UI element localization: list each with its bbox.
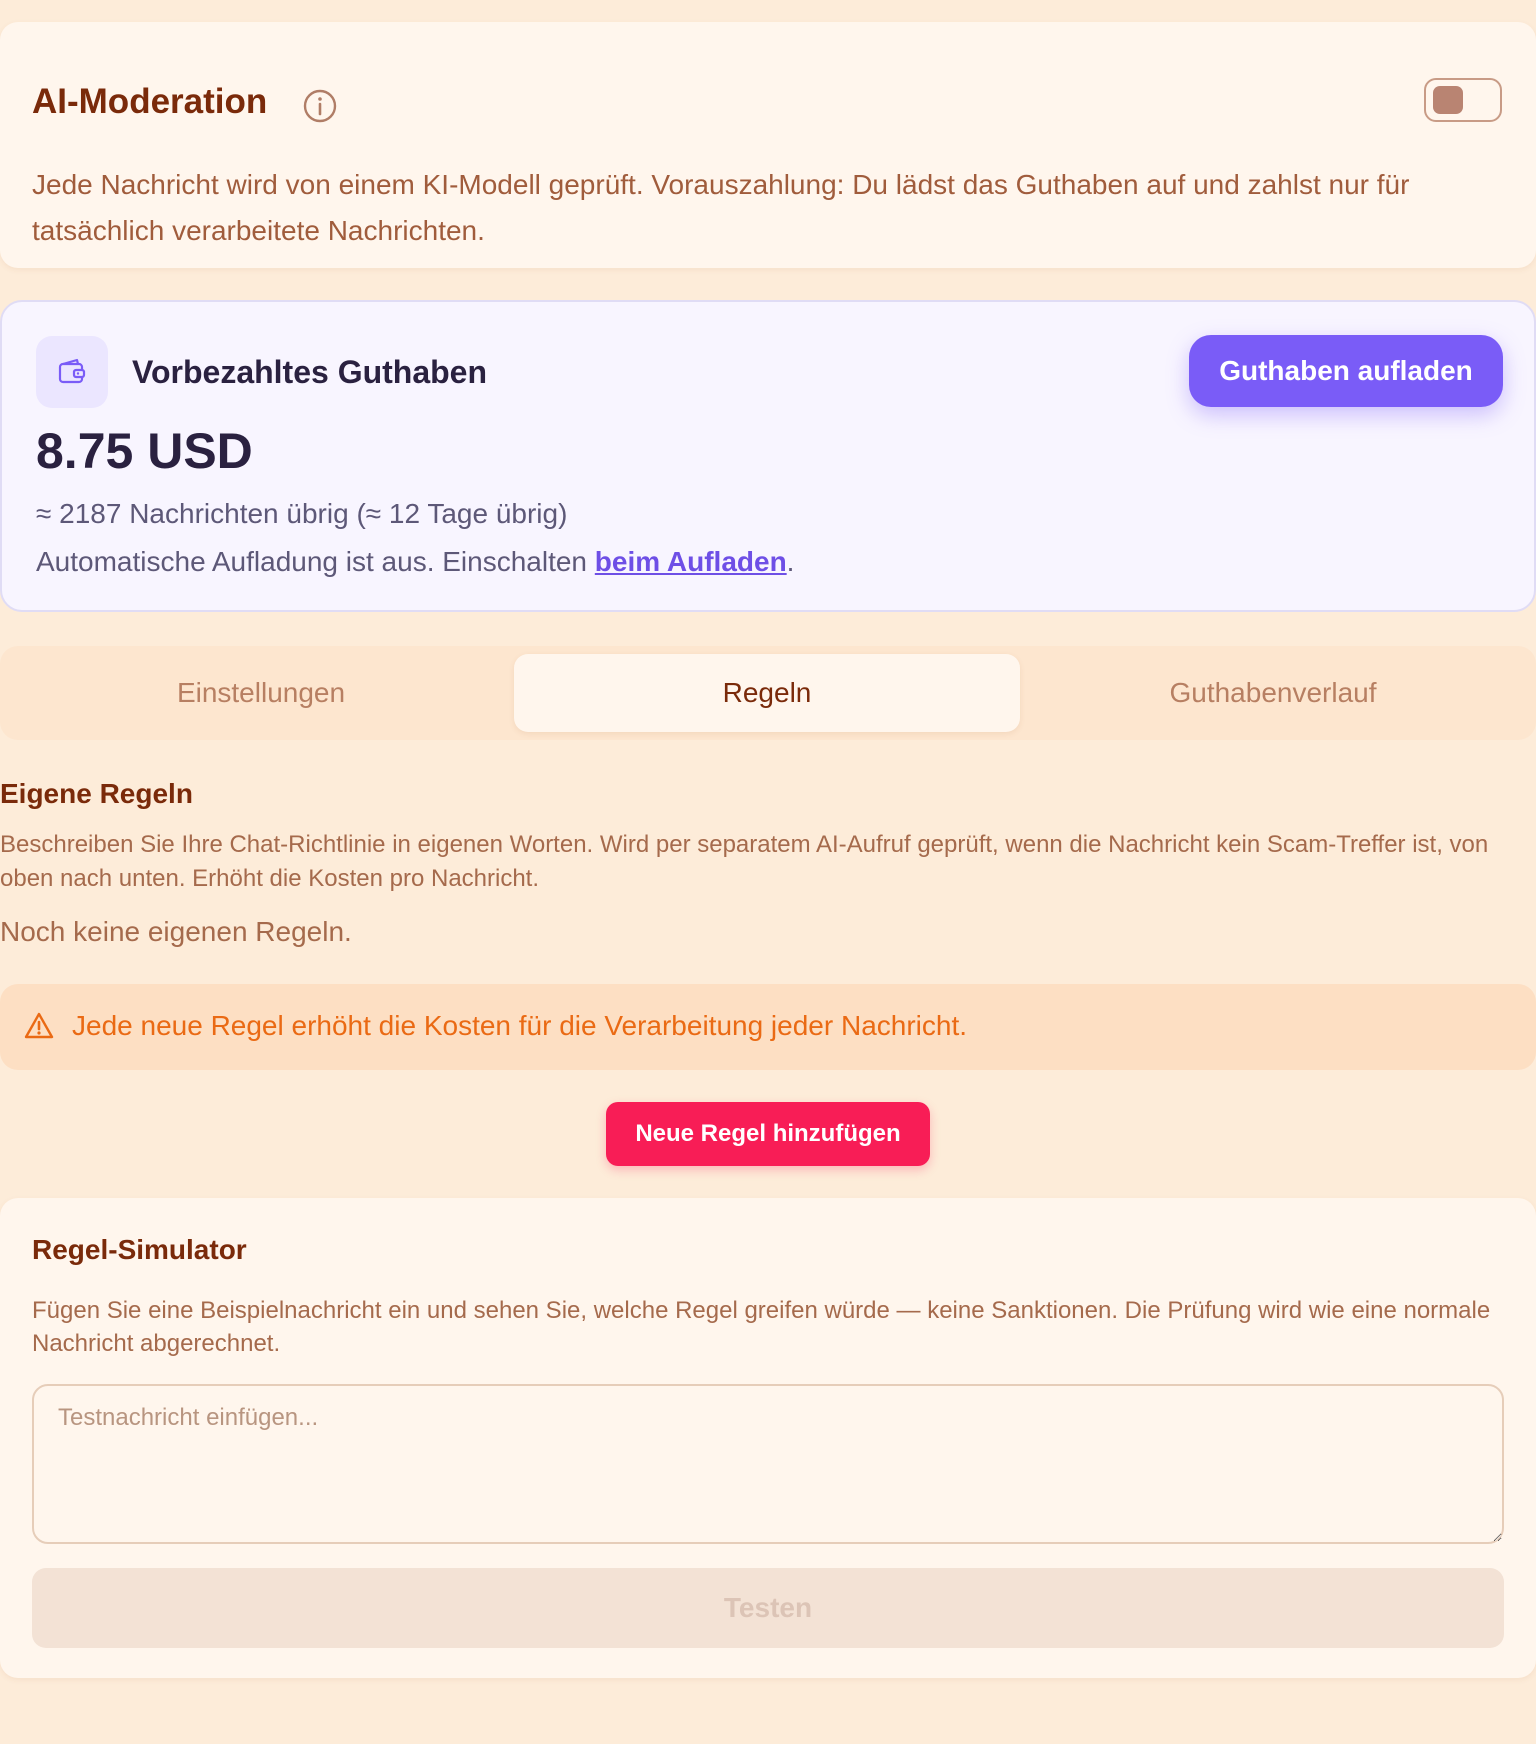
tab-bar: Einstellungen Regeln Guthabenverlauf <box>0 646 1536 740</box>
rule-simulator-card: Regel-Simulator Fügen Sie eine Beispieln… <box>0 1198 1536 1678</box>
remaining-messages: ≈ 2187 Nachrichten übrig (≈ 12 Tage übri… <box>36 498 568 529</box>
simulator-description: Fügen Sie eine Beispielnachricht ein und… <box>32 1297 1491 1357</box>
rules-description: Beschreiben Sie Ihre Chat-Richtlinie in … <box>0 831 1489 892</box>
page: AI-Moderation Jede Nachricht wird von ei… <box>0 0 1536 1744</box>
simulator-title: Regel-Simulator <box>32 1234 247 1265</box>
no-rules-text: Noch keine eigenen Regeln. <box>0 916 352 947</box>
moderation-toggle[interactable] <box>1424 78 1502 122</box>
page-title: AI-Moderation <box>32 82 268 121</box>
cost-warning-banner: Jede neue Regel erhöht die Kosten für di… <box>0 984 1536 1070</box>
warning-icon <box>24 1012 54 1039</box>
ai-moderation-card: AI-Moderation Jede Nachricht wird von ei… <box>0 22 1536 268</box>
balance-amount: 8.75 USD <box>36 423 253 479</box>
balance-title: Vorbezahltes Guthaben <box>132 354 488 390</box>
autotopup-status: Automatische Aufladung ist aus. Einschal… <box>36 546 794 578</box>
autotopup-link[interactable]: beim Aufladen <box>595 546 787 577</box>
rules-heading: Eigene Regeln <box>0 778 193 809</box>
test-message-input[interactable] <box>32 1384 1504 1544</box>
tab-regeln[interactable]: Regeln <box>514 654 1020 732</box>
tab-einstellungen[interactable]: Einstellungen <box>8 654 514 732</box>
autotopup-end: . <box>786 546 795 577</box>
tab-guthabenverlauf[interactable]: Guthabenverlauf <box>1020 654 1526 732</box>
add-rule-button[interactable]: Neue Regel hinzufügen <box>606 1102 930 1166</box>
wallet-icon-box <box>36 336 108 408</box>
autotopup-text: Automatische Aufladung ist aus. Einschal… <box>36 546 595 577</box>
moderation-description: Jede Nachricht wird von einem KI-Modell … <box>32 169 1410 246</box>
info-icon[interactable] <box>302 88 338 124</box>
test-button[interactable]: Testen <box>32 1568 1504 1648</box>
wallet-icon <box>58 358 86 384</box>
warning-text: Jede neue Regel erhöht die Kosten für di… <box>72 1010 968 1041</box>
prepaid-balance-card: Vorbezahltes Guthaben Guthaben aufladen … <box>0 300 1536 612</box>
toggle-knob <box>1433 86 1463 114</box>
topup-button[interactable]: Guthaben aufladen <box>1189 335 1503 407</box>
